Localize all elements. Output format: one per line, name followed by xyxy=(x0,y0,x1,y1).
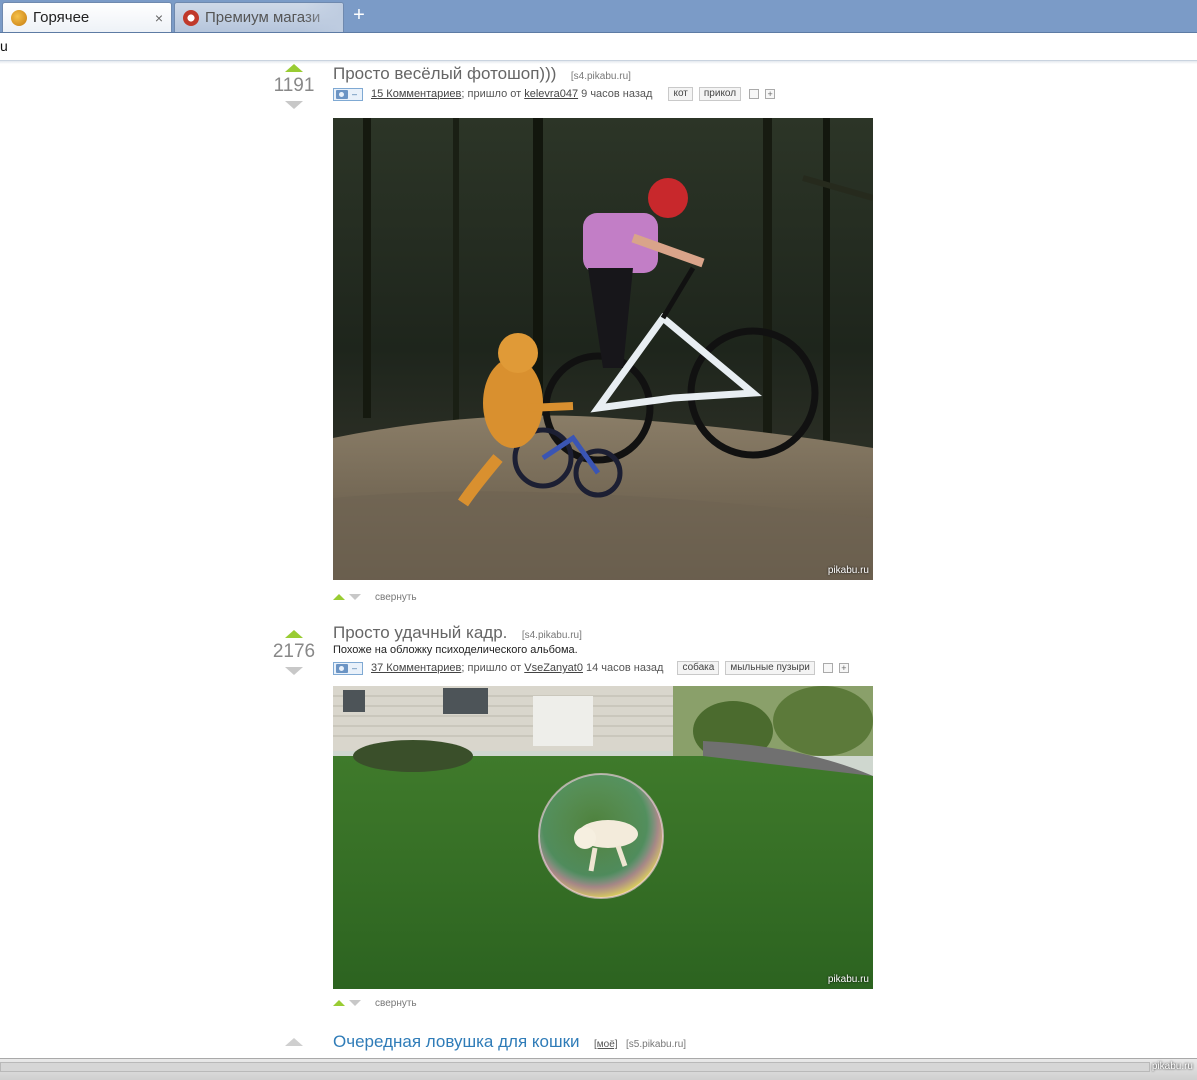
post-footer: свернуть xyxy=(333,996,417,1010)
post-score: 1191 xyxy=(273,75,315,96)
address-text: u xyxy=(0,38,8,54)
vote-up-icon[interactable] xyxy=(285,64,303,72)
author-link[interactable]: kelevra047 xyxy=(524,88,578,100)
vote-up-small-icon[interactable] xyxy=(333,594,345,600)
post-meta: – 37 Комментариев ; пришло от VseZanyat0… xyxy=(333,660,849,676)
expand-icon[interactable]: + xyxy=(765,89,776,99)
post-image-dog-bubble[interactable]: pikabu.ru xyxy=(333,686,873,989)
vote-down-small-icon[interactable] xyxy=(349,1000,361,1006)
vote-up-icon[interactable] xyxy=(285,1038,303,1046)
tag-joke[interactable]: прикол xyxy=(698,87,742,101)
post-footer: свернуть xyxy=(333,590,417,604)
image-toggle-button[interactable]: – xyxy=(333,661,363,675)
comments-link[interactable]: 37 Комментариев xyxy=(371,662,461,674)
camera-icon xyxy=(336,89,348,99)
post-title[interactable]: Просто весёлый фотошоп))) xyxy=(333,64,556,83)
rating-block: 1191 xyxy=(268,64,320,109)
new-tab-button[interactable]: + xyxy=(348,4,370,26)
tag-soap-bubbles[interactable]: мыльные пузыри xyxy=(725,661,815,675)
post-description: Похоже на обложку психоделического альбо… xyxy=(333,644,578,656)
tab-bar: Горячее × Премиум магази + xyxy=(0,0,1197,33)
image-watermark: pikabu.ru xyxy=(827,974,869,985)
post-source[interactable]: [s4.pikabu.ru] xyxy=(522,630,582,641)
collapse-link[interactable]: свернуть xyxy=(375,998,417,1009)
post-meta: – 15 Комментариев ; пришло от kelevra047… xyxy=(333,86,776,102)
post-time: 9 часов назад xyxy=(581,88,653,100)
image-toggle-button[interactable]: – xyxy=(333,87,363,101)
post-image-cat-bike[interactable]: pikabu.ru xyxy=(333,118,873,580)
save-icon[interactable] xyxy=(822,663,833,673)
tab-premium-store[interactable]: Премиум магази xyxy=(174,2,344,32)
pikabu-favicon-icon xyxy=(11,9,27,26)
comments-link[interactable]: 15 Комментариев xyxy=(371,88,461,100)
vote-down-small-icon[interactable] xyxy=(349,594,361,600)
tab-close-icon[interactable]: × xyxy=(155,10,163,26)
post-source[interactable]: [s4.pikabu.ru] xyxy=(571,71,631,82)
save-icon[interactable] xyxy=(749,89,760,99)
rating-block xyxy=(268,1038,320,1046)
post-source[interactable]: [s5.pikabu.ru] xyxy=(626,1039,686,1050)
camera-icon xyxy=(336,663,348,673)
vote-down-icon[interactable] xyxy=(285,101,303,109)
expand-icon[interactable]: + xyxy=(838,663,849,673)
vote-up-small-icon[interactable] xyxy=(333,1000,345,1006)
post-image-graphic xyxy=(333,118,873,580)
author-link[interactable]: VseZanyat0 xyxy=(524,662,583,674)
post-time: 14 часов назад xyxy=(586,662,664,674)
tab-label: Горячее xyxy=(33,9,90,26)
tag-cat[interactable]: кот xyxy=(668,87,693,101)
collapse-link[interactable]: свернуть xyxy=(375,592,417,603)
post-image-graphic xyxy=(333,686,873,989)
address-bar[interactable]: u xyxy=(0,33,1197,61)
opera-favicon-icon xyxy=(183,9,199,26)
rating-block: 2176 xyxy=(268,630,320,675)
image-watermark: pikabu.ru xyxy=(827,565,869,576)
vote-up-icon[interactable] xyxy=(285,630,303,638)
post-title[interactable]: Очередная ловушка для кошки xyxy=(333,1032,580,1051)
tab-hot[interactable]: Горячее × xyxy=(2,2,172,32)
status-watermark: pikabu.ru xyxy=(1151,1061,1193,1072)
tag-dog[interactable]: собака xyxy=(677,661,720,675)
post-title[interactable]: Просто удачный кадр. xyxy=(333,623,507,642)
horizontal-scrollbar[interactable] xyxy=(0,1062,1150,1072)
status-bar: pikabu.ru xyxy=(0,1058,1197,1080)
vote-down-icon[interactable] xyxy=(285,667,303,675)
mine-link[interactable]: [моё] xyxy=(594,1039,618,1050)
post-score: 2176 xyxy=(272,641,316,662)
